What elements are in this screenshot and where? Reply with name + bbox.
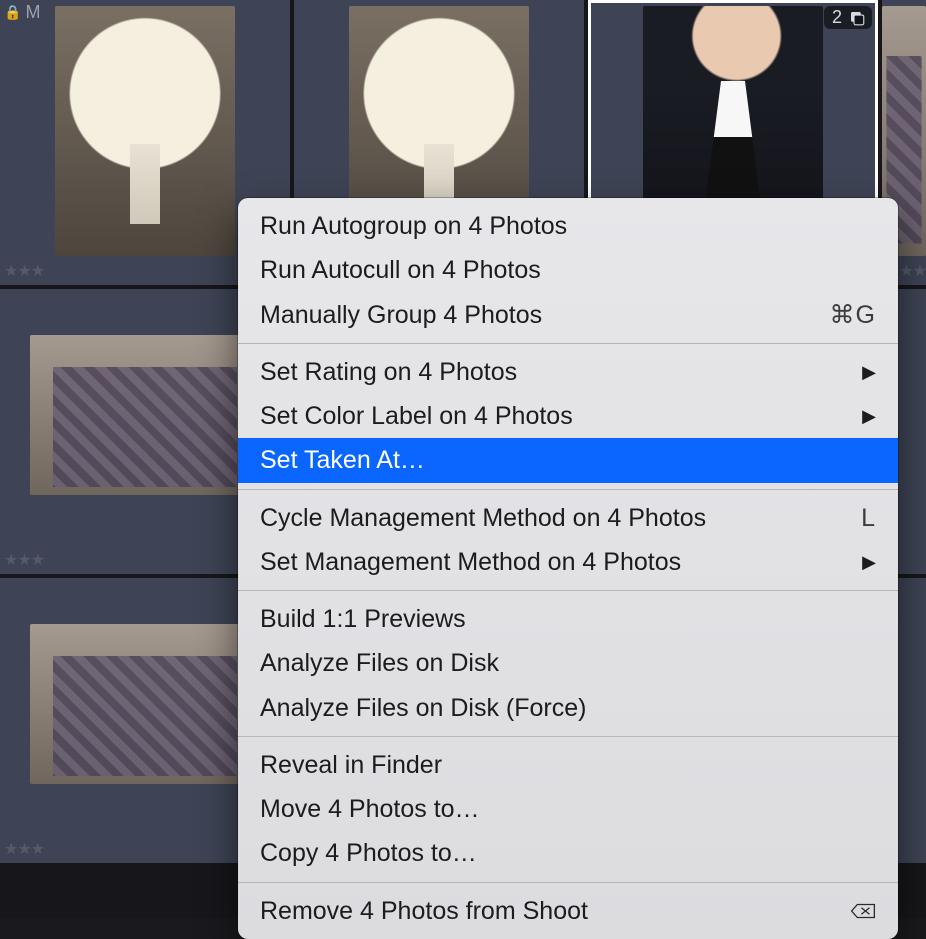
menu-item[interactable]: Analyze Files on Disk (Force) xyxy=(238,686,898,730)
menu-item-label: Set Color Label on 4 Photos xyxy=(260,398,854,434)
delete-icon xyxy=(850,900,876,922)
menu-item[interactable]: Set Rating on 4 Photos ▶ xyxy=(238,350,898,394)
menu-item[interactable]: Set Taken At… xyxy=(238,438,898,482)
menu-item[interactable]: Build 1:1 Previews xyxy=(238,597,898,641)
menu-item-label: Set Taken At… xyxy=(260,442,876,478)
menu-item-shortcut: ⌘G xyxy=(830,297,876,333)
stack-count: 2 xyxy=(832,7,842,28)
menu-separator xyxy=(238,590,898,591)
rating-stars[interactable]: ★★★ xyxy=(4,550,44,570)
menu-item-label: Analyze Files on Disk xyxy=(260,645,876,681)
submenu-arrow-icon: ▶ xyxy=(862,359,876,385)
lock-m-indicator: 🔒M xyxy=(4,2,40,23)
context-menu: Run Autogroup on 4 Photos Run Autocull on… xyxy=(238,198,898,939)
menu-separator xyxy=(238,882,898,883)
menu-item[interactable]: Set Management Method on 4 Photos ▶ xyxy=(238,540,898,584)
menu-separator xyxy=(238,736,898,737)
m-flag: M xyxy=(25,2,40,23)
menu-item[interactable]: Remove 4 Photos from Shoot xyxy=(238,889,898,933)
menu-item-label: Reveal in Finder xyxy=(260,747,876,783)
menu-item[interactable]: Run Autogroup on 4 Photos xyxy=(238,204,898,248)
rating-stars[interactable]: ★★★ xyxy=(4,261,44,281)
stack-badge[interactable]: 2 xyxy=(824,6,872,29)
menu-item-label: Build 1:1 Previews xyxy=(260,601,876,637)
thumbnail-image[interactable] xyxy=(55,6,235,256)
menu-item-label: Run Autogroup on 4 Photos xyxy=(260,208,876,244)
menu-item[interactable]: Reveal in Finder xyxy=(238,743,898,787)
thumbnail-image[interactable] xyxy=(30,624,260,784)
menu-separator xyxy=(238,343,898,344)
menu-item-label: Set Rating on 4 Photos xyxy=(260,354,854,390)
menu-item-label: Manually Group 4 Photos xyxy=(260,297,830,333)
menu-item-label: Set Management Method on 4 Photos xyxy=(260,544,854,580)
menu-item[interactable]: Cycle Management Method on 4 PhotosL xyxy=(238,496,898,540)
menu-item-label: Run Autocull on 4 Photos xyxy=(260,252,876,288)
menu-item-label: Remove 4 Photos from Shoot xyxy=(260,893,850,929)
menu-separator xyxy=(238,489,898,490)
menu-item-label: Move 4 Photos to… xyxy=(260,791,876,827)
menu-item-shortcut: L xyxy=(861,500,876,536)
menu-item-label: Analyze Files on Disk (Force) xyxy=(260,690,876,726)
menu-item[interactable]: Copy 4 Photos to… xyxy=(238,831,898,875)
menu-item[interactable]: Manually Group 4 Photos⌘G xyxy=(238,293,898,337)
menu-item[interactable]: Move 4 Photos to… xyxy=(238,787,898,831)
rating-stars[interactable]: ★★★ xyxy=(4,839,44,859)
submenu-arrow-icon: ▶ xyxy=(862,403,876,429)
menu-item-label: Cycle Management Method on 4 Photos xyxy=(260,500,861,536)
menu-item-label: Copy 4 Photos to… xyxy=(260,835,876,871)
menu-item[interactable]: Run Autocull on 4 Photos xyxy=(238,248,898,292)
menu-item[interactable]: Set Color Label on 4 Photos ▶ xyxy=(238,394,898,438)
stack-icon xyxy=(848,9,866,27)
submenu-arrow-icon: ▶ xyxy=(862,549,876,575)
thumbnail-image[interactable] xyxy=(30,335,260,495)
menu-item[interactable]: Analyze Files on Disk xyxy=(238,641,898,685)
lock-icon: 🔒 xyxy=(4,4,21,21)
